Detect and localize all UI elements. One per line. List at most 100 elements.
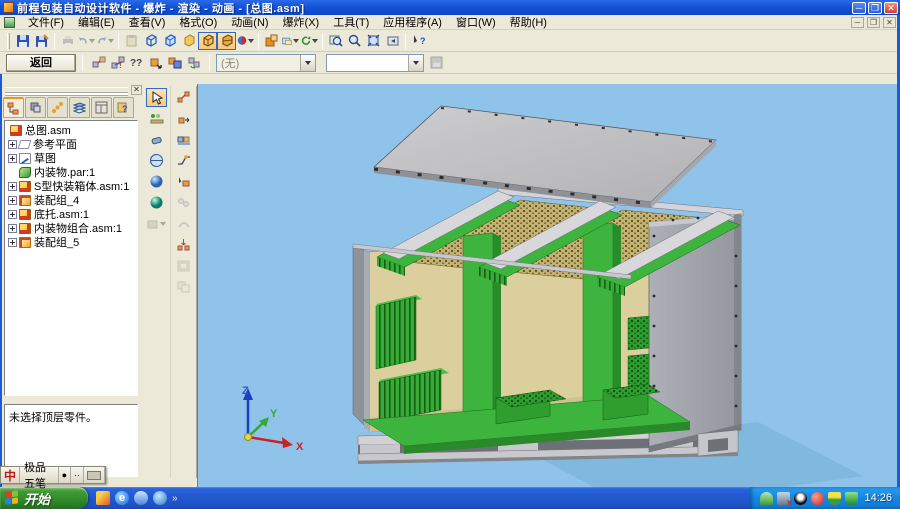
expand-icon[interactable] <box>8 196 17 205</box>
edgebar-drag-handle[interactable] <box>5 87 128 93</box>
explode-preset-combobox[interactable]: (无) <box>216 54 316 72</box>
internet-explorer-icon[interactable]: e <box>115 491 129 505</box>
save-configuration-button[interactable] <box>427 54 446 72</box>
mdi-restore-button[interactable]: ❐ <box>867 17 880 28</box>
antivirus-shield-icon[interactable] <box>828 492 841 505</box>
face-paint-button[interactable] <box>262 32 281 50</box>
save-as-button[interactable] <box>32 32 51 50</box>
ime-soft-keyboard-button[interactable] <box>84 467 105 483</box>
refresh-view-button[interactable] <box>300 32 319 50</box>
tree-row[interactable]: 草图 <box>7 151 137 165</box>
unexplode-button[interactable]: ! <box>108 54 127 72</box>
mdi-minimize-button[interactable]: ─ <box>851 17 864 28</box>
eraser-tool-button[interactable] <box>146 130 167 149</box>
tab-layers[interactable] <box>69 97 90 118</box>
tree-row[interactable]: 内装物组合.asm:1 <box>7 221 137 235</box>
ime-punctuation-button[interactable]: ·· <box>71 467 84 483</box>
display-error-icon[interactable] <box>777 492 790 505</box>
select-tool-button[interactable] <box>146 88 167 107</box>
link-parts-button[interactable] <box>173 214 194 233</box>
3d-viewport[interactable]: Z X Y <box>197 84 897 487</box>
return-button[interactable]: 返回 <box>6 54 76 72</box>
previous-view-button[interactable] <box>383 32 402 50</box>
menu-view[interactable]: 查看(V) <box>122 13 173 31</box>
expand-icon[interactable] <box>8 154 17 163</box>
expand-icon[interactable] <box>8 140 17 149</box>
shaded-outline-sphere-button[interactable] <box>146 172 167 191</box>
animation-frame2-button[interactable] <box>173 277 194 296</box>
network-icon[interactable] <box>153 491 167 505</box>
menu-window[interactable]: 窗口(W) <box>449 13 503 31</box>
drag-component-button[interactable] <box>146 54 165 72</box>
group-parts-button[interactable] <box>173 193 194 212</box>
configuration-combobox[interactable] <box>326 54 424 72</box>
document-icon[interactable] <box>4 17 15 28</box>
tree-row[interactable]: 总图.asm <box>7 123 137 137</box>
fit-button[interactable] <box>364 32 383 50</box>
tree-row[interactable]: 内装物.par:1 <box>7 165 137 179</box>
menu-explode[interactable]: 爆炸(X) <box>276 13 327 31</box>
chevron-down-icon[interactable] <box>300 55 315 71</box>
tree-row[interactable]: 参考平面 <box>7 137 137 151</box>
ime-mode-dot-button[interactable]: ● <box>59 467 71 483</box>
select-help-button[interactable]: ? <box>409 32 428 50</box>
clipboard-icon[interactable] <box>122 32 141 50</box>
explode-step-button[interactable] <box>173 88 194 107</box>
ime-name-label[interactable]: 极品五笔 <box>20 467 59 483</box>
jog-line-button[interactable] <box>173 151 194 170</box>
zoom-button[interactable] <box>345 32 364 50</box>
app-color-icon[interactable] <box>96 491 110 505</box>
restore-button[interactable]: ❐ <box>868 2 882 14</box>
undo-button[interactable] <box>77 32 96 50</box>
collapse-button[interactable] <box>173 235 194 254</box>
tab-info[interactable]: ? <box>113 97 134 118</box>
chevron-right-icon[interactable]: » <box>172 493 178 504</box>
reposition-button[interactable] <box>184 54 203 72</box>
wireframe-view-button[interactable] <box>141 32 160 50</box>
visible-edges-view-button[interactable] <box>160 32 179 50</box>
window-select-button[interactable] <box>281 32 300 50</box>
menu-file[interactable]: 文件(F) <box>21 13 71 31</box>
shaded-edges-view-button[interactable] <box>198 32 217 50</box>
expand-icon[interactable] <box>8 224 17 233</box>
qq-icon[interactable] <box>794 492 807 505</box>
tab-selection[interactable] <box>25 97 46 118</box>
tree-row[interactable]: 底托.asm:1 <box>7 207 137 221</box>
minimize-button[interactable]: ─ <box>852 2 866 14</box>
edgebar-close-icon[interactable]: ✕ <box>131 85 142 95</box>
menu-edit[interactable]: 编辑(E) <box>71 13 122 31</box>
tab-family[interactable] <box>91 97 112 118</box>
tree-row[interactable]: S型快装箱体.asm:1 <box>7 179 137 193</box>
color-manager-button[interactable] <box>236 32 255 50</box>
chevron-down-icon[interactable] <box>408 55 423 71</box>
bind-components-button[interactable]: ?? <box>127 54 146 72</box>
close-button[interactable]: ✕ <box>884 2 898 14</box>
auto-explode-button[interactable] <box>89 54 108 72</box>
menu-animation[interactable]: 动画(N) <box>224 13 275 31</box>
slide-part-button[interactable] <box>173 130 194 149</box>
textured-view-button[interactable] <box>217 32 236 50</box>
messenger-icon[interactable] <box>134 491 148 505</box>
redo-button[interactable] <box>96 32 115 50</box>
save-button[interactable] <box>13 32 32 50</box>
locate-button[interactable] <box>146 214 167 233</box>
print-button[interactable] <box>58 32 77 50</box>
user-online-icon[interactable] <box>760 492 773 505</box>
expand-icon[interactable] <box>8 210 17 219</box>
ime-language-button[interactable]: 中 <box>1 467 20 483</box>
tree-row[interactable]: 装配组_4 <box>7 193 137 207</box>
render-sphere-button[interactable] <box>146 193 167 212</box>
zoom-area-button[interactable] <box>326 32 345 50</box>
move-part-button[interactable] <box>173 109 194 128</box>
tab-features[interactable] <box>47 97 68 118</box>
safety-shield-icon[interactable] <box>845 492 858 505</box>
menu-format[interactable]: 格式(O) <box>172 13 224 31</box>
tab-pathfinder[interactable] <box>3 97 24 118</box>
animation-frame-button[interactable] <box>173 256 194 275</box>
expand-icon[interactable] <box>8 238 17 247</box>
menu-tools[interactable]: 工具(T) <box>326 13 376 31</box>
drag-explode-button[interactable] <box>173 172 194 191</box>
menu-help[interactable]: 帮助(H) <box>503 13 554 31</box>
shaded-view-button[interactable] <box>179 32 198 50</box>
menu-applications[interactable]: 应用程序(A) <box>376 13 449 31</box>
